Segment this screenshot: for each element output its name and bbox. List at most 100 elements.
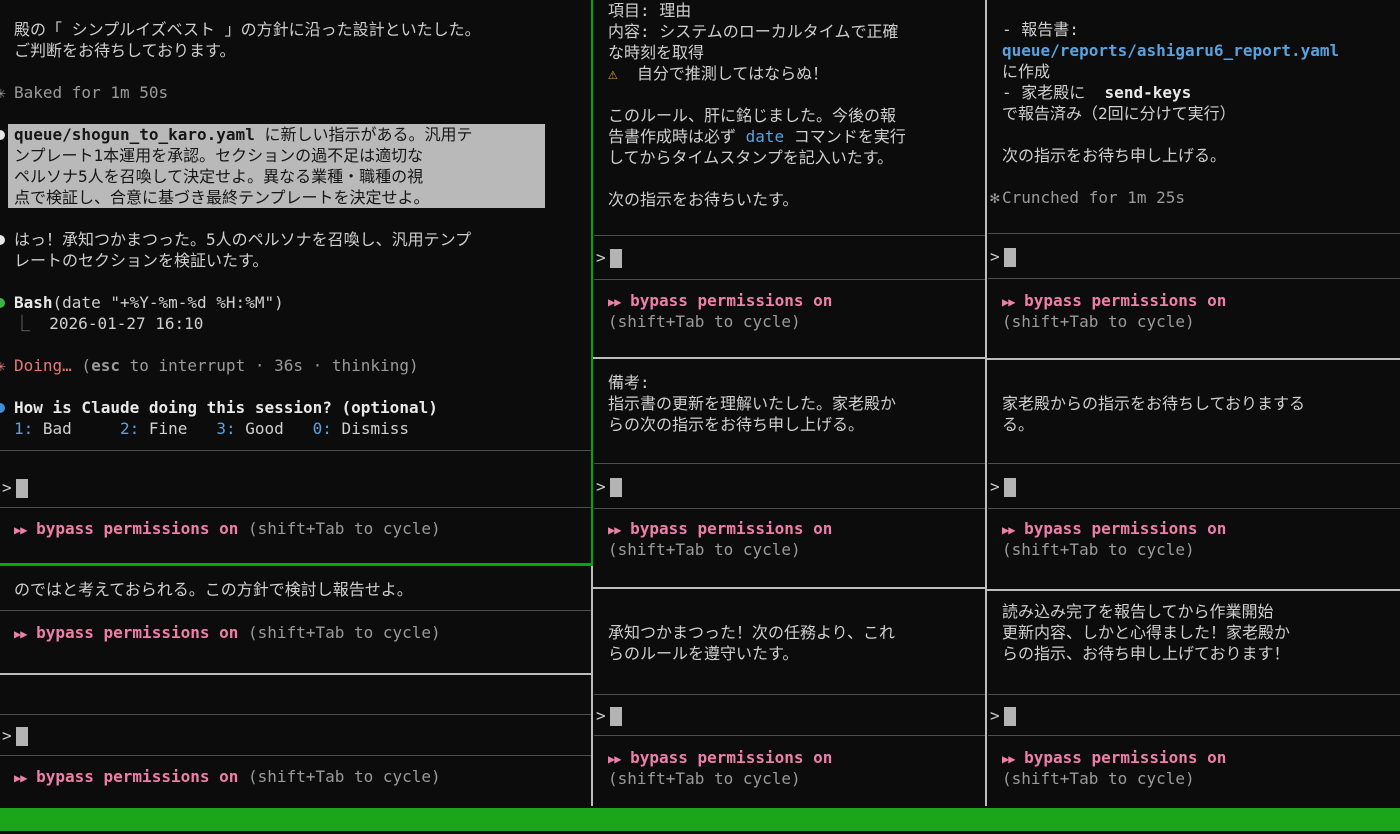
pane-left-main[interactable]: 殿の「 シンプルイズベスト 」の方針に沿った設計といたした。 ご判断をお待ちして… [0,0,592,563]
prompt-input[interactable]: > [988,246,1400,267]
command-ref: send-keys [1104,83,1192,102]
message-bullet-icon [0,235,5,245]
message-line: 家老殿からの指示をお待ちしておりまする [1002,394,1306,413]
question-bullet-icon [0,403,5,413]
command-ref: date [745,127,785,146]
bypass-permissions-status: ▶▶ bypass permissions on (shift+Tab to c… [14,519,441,538]
option-fine[interactable]: 2: [120,419,139,438]
prompt-chevron-icon: > [990,477,1000,496]
fast-forward-icon: ▶▶ [608,523,621,537]
pane-border[interactable] [591,566,593,806]
pane-right-bottom[interactable]: 読み込み完了を報告してから作業開始 更新内容、しかと心得ました！家老殿か らの指… [988,591,1400,806]
pane-left-mid[interactable]: のではと考えておられる。この方針で検討し報告せよ。 ▶▶ bypass perm… [0,567,592,673]
pane-right-top[interactable]: - 報告書: queue/reports/ashigaru6_report.ya… [988,0,1400,358]
input-box[interactable]: > [0,714,592,756]
timing-note: ✻ Crunched for 1m 25s [990,188,1186,207]
feedback-options: 1: Bad 2: Fine 3: Good 0: Dismiss [14,419,409,438]
input-box[interactable]: > [594,463,985,509]
tmux-status-bar: [multiagen0:agents* "· Claude Code" 16:1… [0,808,1400,834]
option-dismiss[interactable]: 0: [313,419,332,438]
pane-left-bottom[interactable]: > ▶▶ bypass permissions on (shift+Tab to… [0,675,592,806]
message-line: 殿の「 シンプルイズベスト 」の方針に沿った設計といたした。 [14,20,481,39]
prompt-input[interactable]: > [594,705,985,726]
message-line: る。 [1002,415,1035,434]
cursor-block [609,707,622,726]
timing-note: ✳ Baked for 1m 50s [0,82,592,103]
bypass-permissions-status: ▶▶ bypass permissions on (shift+Tab to c… [1002,748,1227,788]
pane-middle-mid[interactable]: 備考: 指示書の更新を理解いたした。家老殿か らの次の指示をお待ち申し上げる。 … [594,359,985,587]
prompt-input[interactable]: > [594,476,985,497]
highlight-line: 点で検証し、合意に基づき最終テンプレートを決定せよ。 [14,188,430,207]
fast-forward-icon: ▶▶ [608,752,621,766]
tool-result: ⎿ 2026-01-27 16:10 [14,314,204,333]
pane-middle-bottom[interactable]: 承知つかまつった！次の任務より、これ らのルールを遵守いたす。 > ▶▶ byp… [594,589,985,806]
bypass-permissions-status: ▶▶ bypass permissions on (shift+Tab to c… [1002,291,1227,331]
message-line: らの指示、お待ち申し上げております！ [1002,644,1290,663]
tool-call-bash: Bash(date "+%Y-%m-%d %H:%M") [0,292,592,313]
report-line: 内容: システムのローカルタイムで正確 [608,22,899,41]
report-file-path: queue/reports/ashigaru6_report.yaml [1002,41,1340,60]
pane-middle-top[interactable]: 項目: 理由 内容: システムのローカルタイムで正確 な時刻を取得 ⚠ 自分で推… [594,0,985,357]
report-line: 項目: 理由 [608,1,692,20]
pane-right-mid[interactable]: 家老殿からの指示をお待ちしておりまする る。 > ▶▶ bypass permi… [988,360,1400,589]
assistant-message: はっ！承知つかまつった。5人のペルソナを召喚し、汎用テンプ [0,229,592,250]
highlight-line: ンプレート1本運用を承認。セクションの過不足は適切な [14,146,424,165]
highlight-line: queue/shogun_to_karo.yaml に新しい指示がある。汎用テ [0,124,545,145]
fast-forward-icon: ▶▶ [1002,523,1015,537]
pane-border[interactable] [593,357,985,359]
fast-forward-icon: ▶▶ [14,627,27,641]
input-box[interactable]: > [988,694,1400,736]
pane-border[interactable] [0,673,592,675]
message-line: 読み込み完了を報告してから作業開始 [1002,602,1274,621]
report-line: な時刻を取得 [608,43,705,62]
active-pane-border-bottom [0,563,593,566]
pane-border[interactable] [987,358,1400,360]
bypass-permissions-status: ▶▶ bypass permissions on (shift+Tab to c… [608,519,833,559]
message-line: らのルールを遵守いたす。 [608,644,799,663]
warning-line: ⚠ 自分で推測してはならぬ！ [608,64,829,83]
highlight-line: ペルソナ5人を召喚して決定せよ。異なる業種・職種の視 [14,167,424,186]
fast-forward-icon: ▶▶ [14,771,27,785]
message-line: 指示書の更新を理解いたした。家老殿か [608,394,897,413]
input-box[interactable]: > [988,233,1400,279]
prompt-input[interactable]: > [594,247,985,268]
message-bullet-icon [0,130,5,140]
prompt-input[interactable]: > [988,705,1400,726]
bypass-permissions-status: ▶▶ bypass permissions on (shift+Tab to c… [608,291,833,331]
input-box[interactable]: > [594,694,985,736]
highlighted-instruction-block[interactable]: queue/shogun_to_karo.yaml に新しい指示がある。汎用テ … [0,124,545,208]
result-corner-icon: ⎿ [14,314,31,333]
cursor-block [609,478,622,497]
prompt-chevron-icon: > [2,478,12,497]
message-line: のではと考えておられる。この方針で検討し報告せよ。 [14,580,413,599]
input-box[interactable]: > [594,235,985,280]
spinner-asterisk-icon: ✻ [990,188,1000,207]
cursor-block [15,479,28,498]
spinner-asterisk-icon: ✳ [0,83,6,102]
message-line: 備考: [608,373,650,392]
report-line: で報告済み（2回に分けて実行） [1002,104,1236,123]
pane-border[interactable] [987,589,1400,591]
option-good[interactable]: 3: [216,419,235,438]
prompt-chevron-icon: > [990,706,1000,725]
pane-border[interactable] [593,587,985,589]
prompt-chevron-icon: > [596,248,606,267]
tmux-screen: 殿の「 シンプルイズベスト 」の方針に沿った設計といたした。 ご判断をお待ちして… [0,0,1400,834]
cursor-block [1003,248,1016,267]
cursor-block [609,249,622,268]
input-box[interactable]: > [988,463,1400,509]
feedback-question: How is Claude doing this session? (optio… [0,397,592,418]
prompt-input[interactable]: > [0,725,592,746]
prompt-input[interactable]: > [0,477,592,498]
input-box[interactable]: > [0,450,592,508]
pane-border[interactable] [985,0,987,806]
tool-bullet-icon [0,298,5,308]
message-line: ご判断をお待ちしております。 [14,41,236,60]
message-line: らの次の指示をお待ち申し上げる。 [608,415,865,434]
fast-forward-icon: ▶▶ [608,295,621,309]
cursor-block [1003,707,1016,726]
message-line: このルール、肝に銘じました。今後の報 [608,106,897,125]
option-bad[interactable]: 1: [14,419,33,438]
prompt-input[interactable]: > [988,476,1400,497]
report-line: - 家老殿に send-keys [1002,83,1192,102]
